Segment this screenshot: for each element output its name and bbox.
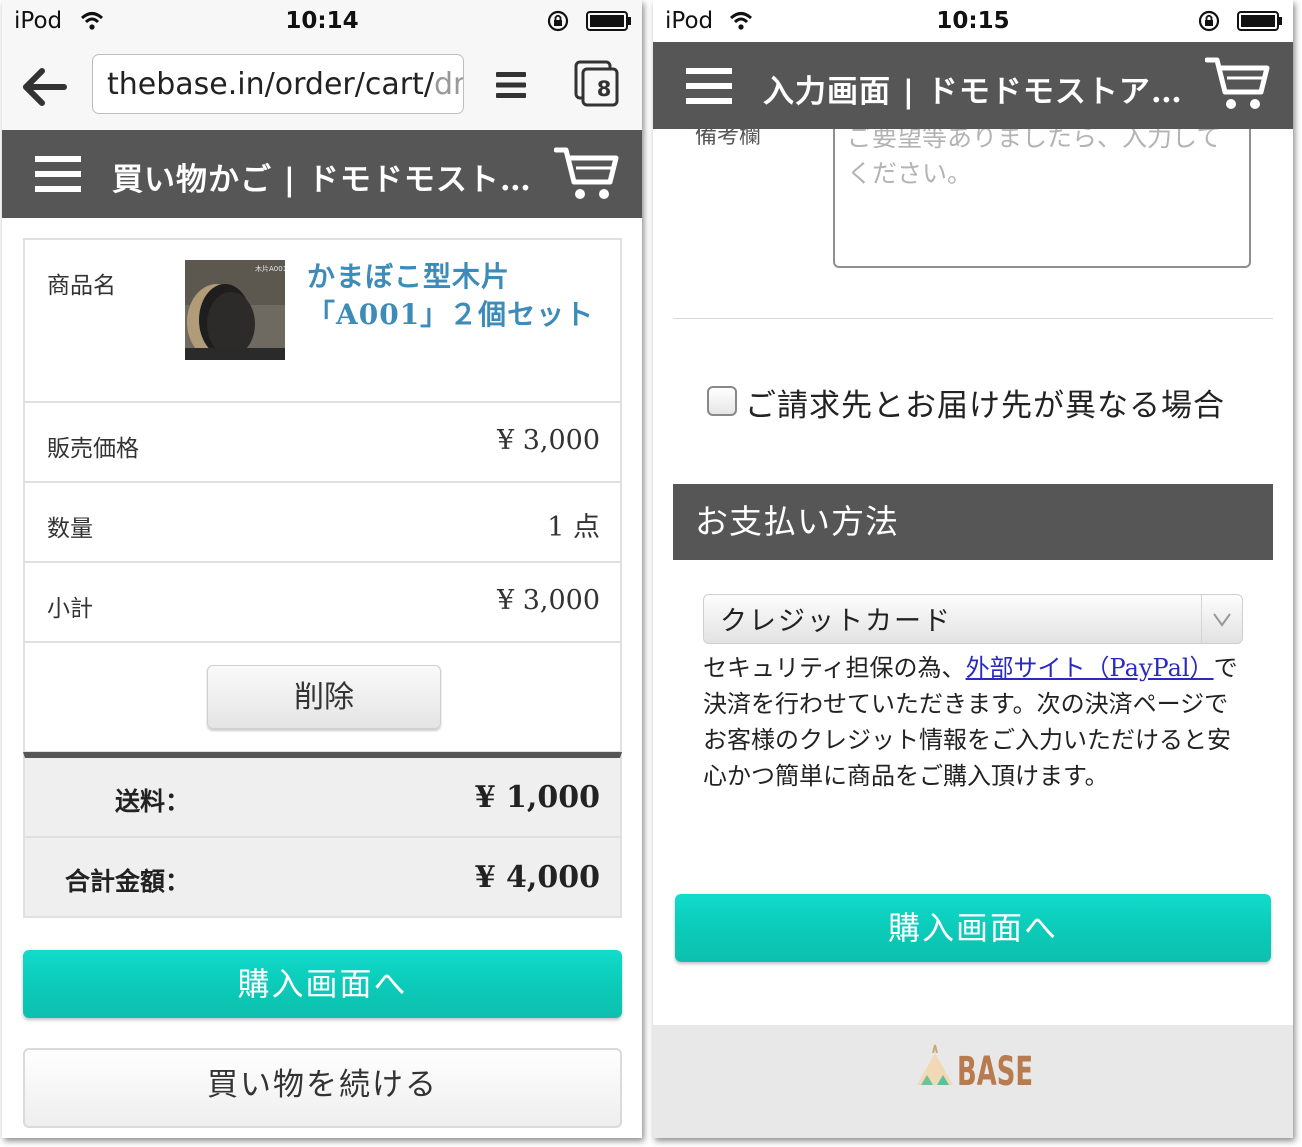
quantity-label: 数量 <box>47 516 93 542</box>
cart-icon[interactable] <box>554 146 620 202</box>
site-header: 買い物かご | ドモドモスト… <box>2 130 642 218</box>
base-logo-text: BASE <box>957 1049 1033 1093</box>
base-logo[interactable]: BASE <box>915 1039 1035 1093</box>
divider <box>673 318 1273 319</box>
payment-note-pre: セキュリティ担保の為、 <box>703 654 966 682</box>
total-label: 合計金額： <box>64 867 190 896</box>
battery-icon <box>586 11 631 31</box>
total-row: 合計金額： ¥ 4,000 <box>25 838 620 918</box>
subtotal-row: 小計 ¥ 3,000 <box>25 563 620 643</box>
chevron-down-icon <box>1201 595 1231 643</box>
total-value: ¥ 4,000 <box>474 860 600 895</box>
different-address-label[interactable]: ご請求先とお届け先が異なる場合 <box>745 380 1225 425</box>
subtotal-label: 小計 <box>47 596 93 622</box>
page-title: 買い物かご | ドモドモスト… <box>112 162 532 198</box>
rotation-lock-icon <box>547 10 569 32</box>
hamburger-menu-icon[interactable] <box>35 156 81 192</box>
different-address-checkbox[interactable] <box>707 386 737 416</box>
external-site-link[interactable]: 外部サイト（PayPal） <box>966 654 1214 682</box>
purchase-button[interactable]: 購入画面へ <box>675 894 1271 962</box>
address-bar[interactable]: thebase.in/order/cart/dn <box>92 54 464 114</box>
status-bar: iPod 10:14 <box>2 0 642 44</box>
product-thumbnail[interactable]: 木片A001 2個セット <box>185 260 285 360</box>
price-value: ¥ 3,000 <box>496 425 600 456</box>
payment-heading: お支払い方法 <box>673 484 1273 560</box>
back-arrow-icon[interactable] <box>22 66 68 108</box>
product-label: 商品名 <box>47 273 116 299</box>
left-screen: iPod 10:14 thebase.in/order/cart/dn <box>2 0 642 1138</box>
continue-shopping-button[interactable]: 買い物を続ける <box>23 1048 622 1128</box>
tab-count: 8 <box>596 77 612 101</box>
browser-menu-icon[interactable] <box>494 70 528 100</box>
page-title: 入力画面 | ドモドモストア… <box>763 74 1183 110</box>
hamburger-menu-icon[interactable] <box>686 68 732 104</box>
product-row: 商品名 木片A001 2個セット かまぼこ型木片「A001」２個セット <box>25 240 620 403</box>
site-header: 入力画面 | ドモドモストア… <box>653 42 1293 129</box>
product-name-link[interactable]: かまぼこ型木片「A001」２個セット <box>307 258 597 334</box>
purchase-button[interactable]: 購入画面へ <box>23 950 622 1018</box>
thumb-caption: 木片A001 2個セット <box>255 264 285 273</box>
shipping-row: 送料： ¥ 1,000 <box>25 758 620 838</box>
quantity-value: 1 点 <box>547 512 600 543</box>
tabs-button[interactable]: 8 <box>574 60 620 108</box>
payment-selected-value: クレジットカード <box>720 606 952 637</box>
delete-button[interactable]: 削除 <box>207 665 441 729</box>
delete-row: 削除 <box>25 643 620 751</box>
cart-table: 商品名 木片A001 2個セット かまぼこ型木片「A001」２個セット 販売価格… <box>23 238 622 753</box>
footer: BASE <box>653 1025 1293 1138</box>
remarks-placeholder: ご要望等ありましたら、入力してください。 <box>847 123 1222 188</box>
price-row: 販売価格 ¥ 3,000 <box>25 403 620 483</box>
battery-icon <box>1237 11 1282 31</box>
subtotal-value: ¥ 3,000 <box>496 585 600 616</box>
status-bar: iPod 10:15 <box>653 0 1293 44</box>
shipping-value: ¥ 1,000 <box>474 780 600 815</box>
browser-toolbar: thebase.in/order/cart/dn 8 <box>2 44 642 131</box>
price-label: 販売価格 <box>47 436 139 462</box>
cart-icon[interactable] <box>1205 56 1271 112</box>
payment-note: セキュリティ担保の為、外部サイト（PayPal）で決済を行わせていただきます。次… <box>703 650 1243 794</box>
rotation-lock-icon <box>1198 10 1220 32</box>
payment-method-select[interactable]: クレジットカード <box>703 594 1243 644</box>
order-summary: 送料： ¥ 1,000 合計金額： ¥ 4,000 <box>23 752 622 918</box>
quantity-row: 数量 1 点 <box>25 483 620 563</box>
right-screen: iPod 10:15 備考欄 ご要望等ありましたら、入力してください。 入力画面… <box>653 0 1293 1138</box>
shipping-label: 送料： <box>114 787 190 816</box>
